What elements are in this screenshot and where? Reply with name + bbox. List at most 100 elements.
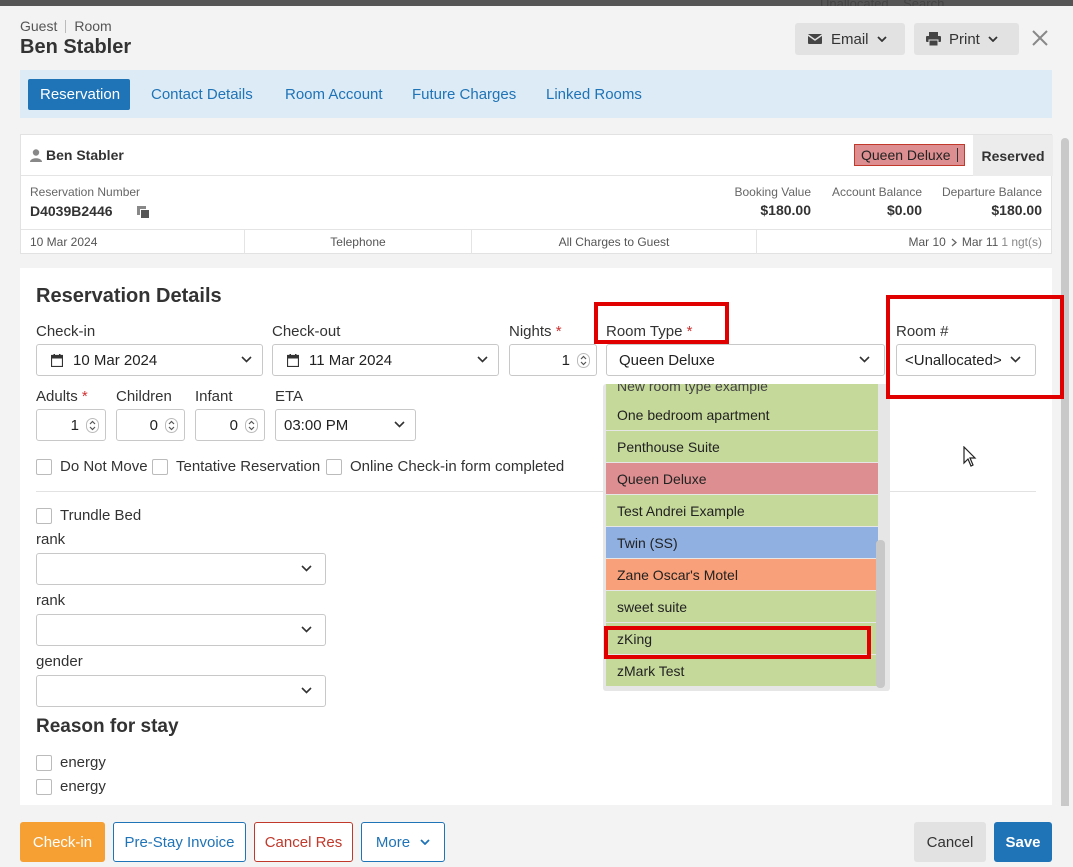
checkin-button[interactable]: Check-in bbox=[20, 822, 105, 862]
checkin-date-picker[interactable]: 10 Mar 2024 bbox=[36, 344, 263, 376]
adults-stepper[interactable]: 1 bbox=[36, 409, 106, 441]
calendar-icon bbox=[287, 353, 299, 367]
stepper-arrows-icon[interactable] bbox=[86, 418, 99, 433]
nights-value: 1 bbox=[561, 351, 570, 369]
dropdown-option[interactable]: Penthouse Suite bbox=[606, 431, 878, 462]
dropdown-option-selected[interactable]: Queen Deluxe bbox=[606, 463, 878, 494]
pre-stay-invoice-button[interactable]: Pre-Stay Invoice bbox=[113, 822, 246, 862]
gender-label: gender bbox=[36, 653, 83, 670]
rank-label: rank bbox=[36, 531, 66, 548]
chevron-down-icon bbox=[301, 687, 312, 694]
rank-select[interactable] bbox=[36, 614, 326, 646]
checkout-value: 11 Mar 2024 bbox=[309, 351, 393, 369]
trundle-bed-checkbox[interactable] bbox=[36, 508, 52, 524]
reservation-number-label: Reservation Number bbox=[30, 185, 141, 199]
nights-stepper[interactable]: 1 bbox=[509, 344, 597, 376]
rank-label: rank bbox=[36, 592, 66, 609]
dropdown-option[interactable]: sweet suite bbox=[606, 591, 878, 622]
online-checkin-label: Online Check-in form completed bbox=[350, 458, 565, 475]
dropdown-scrollbar[interactable] bbox=[876, 540, 885, 688]
energy-checkbox[interactable] bbox=[36, 779, 52, 795]
section-title: Reservation Details bbox=[36, 285, 222, 307]
dropdown-option[interactable]: zMark Test bbox=[606, 655, 878, 686]
children-stepper[interactable]: 0 bbox=[116, 409, 185, 441]
tab-bar: Reservation Contact Details Room Account… bbox=[20, 70, 1052, 118]
user-icon bbox=[30, 149, 42, 162]
online-checkin-checkbox[interactable] bbox=[326, 459, 342, 475]
adults-value: 1 bbox=[70, 416, 79, 434]
dropdown-option[interactable]: One bedroom apartment bbox=[606, 399, 878, 430]
tab-linked-rooms[interactable]: Linked Rooms bbox=[546, 79, 642, 110]
summary-guest-name[interactable]: Ben Stabler bbox=[46, 147, 124, 163]
dropdown-option[interactable]: Twin (SS) bbox=[606, 527, 878, 558]
chevron-down-icon bbox=[876, 36, 887, 42]
booking-source: Telephone bbox=[330, 235, 386, 249]
calendar-icon bbox=[51, 353, 63, 367]
gender-select[interactable] bbox=[36, 675, 326, 707]
chevron-down-icon bbox=[301, 626, 312, 633]
eta-select[interactable]: 03:00 PM bbox=[275, 409, 416, 441]
departure-balance-block: Departure Balance $180.00 bbox=[942, 185, 1042, 218]
divider bbox=[756, 230, 757, 254]
chevron-down-icon bbox=[394, 421, 405, 428]
highlight-room-number bbox=[886, 295, 1064, 399]
email-button[interactable]: Email bbox=[795, 23, 905, 55]
summary-footer-row: 10 Mar 2024 Telephone All Charges to Gue… bbox=[21, 229, 1051, 254]
tentative-checkbox[interactable] bbox=[152, 459, 168, 475]
copy-icon[interactable] bbox=[137, 206, 150, 219]
tab-reservation[interactable]: Reservation bbox=[28, 79, 130, 110]
checkin-value: 10 Mar 2024 bbox=[73, 351, 158, 369]
chevron-right-icon bbox=[951, 238, 957, 246]
booking-value-block: Booking Value $180.00 bbox=[735, 185, 812, 218]
stepper-arrows-icon[interactable] bbox=[165, 418, 178, 433]
infant-value: 0 bbox=[229, 416, 238, 434]
booking-value-label: Booking Value bbox=[734, 185, 812, 199]
chevron-down-icon bbox=[988, 36, 998, 42]
room-type-select[interactable]: Queen Deluxe bbox=[606, 344, 885, 376]
stay-dates: Mar 10 Mar 11 1 ngt(s) bbox=[908, 230, 1042, 254]
rank-select[interactable] bbox=[36, 553, 326, 585]
print-button[interactable]: Print bbox=[914, 23, 1019, 55]
crumb-room[interactable]: Room bbox=[74, 18, 111, 34]
infant-stepper[interactable]: 0 bbox=[195, 409, 265, 441]
departure-balance: $180.00 bbox=[991, 202, 1042, 218]
required-marker: * bbox=[555, 323, 562, 340]
energy-checkbox[interactable] bbox=[36, 755, 52, 771]
nights-label: Nights * bbox=[509, 323, 562, 340]
checkin-label: Check-in bbox=[36, 323, 96, 340]
close-icon[interactable] bbox=[1030, 28, 1050, 48]
energy-label: energy bbox=[60, 754, 106, 771]
stepper-arrows-icon[interactable] bbox=[577, 353, 590, 368]
reason-for-stay-title: Reason for stay bbox=[36, 716, 179, 737]
highlight-room-type bbox=[594, 302, 729, 344]
stepper-arrows-icon[interactable] bbox=[245, 418, 258, 433]
tab-future-charges[interactable]: Future Charges bbox=[412, 79, 516, 110]
cancel-reservation-button[interactable]: Cancel Res bbox=[254, 822, 353, 862]
chevron-down-icon bbox=[301, 565, 312, 572]
chevron-down-icon bbox=[241, 356, 252, 363]
do-not-move-checkbox[interactable] bbox=[36, 459, 52, 475]
crumb-guest[interactable]: Guest bbox=[20, 18, 57, 34]
checkout-date-picker[interactable]: 11 Mar 2024 bbox=[272, 344, 499, 376]
tab-contact-details[interactable]: Contact Details bbox=[151, 79, 253, 110]
dropdown-option[interactable]: Zane Oscar's Motel bbox=[606, 559, 878, 590]
departure-balance-label: Departure Balance bbox=[941, 185, 1042, 199]
save-button[interactable]: Save bbox=[994, 822, 1052, 862]
reservation-summary-card: Ben Stabler Queen Deluxe Reserved Reserv… bbox=[20, 134, 1053, 254]
adults-label-text: Adults bbox=[36, 388, 78, 405]
cancel-button[interactable]: Cancel bbox=[914, 822, 986, 862]
more-button[interactable]: More bbox=[361, 822, 445, 862]
chevron-down-icon bbox=[477, 356, 488, 363]
email-label: Email bbox=[831, 30, 869, 48]
billing-option: All Charges to Guest bbox=[558, 235, 670, 249]
tab-room-account[interactable]: Room Account bbox=[285, 79, 383, 110]
more-label: More bbox=[375, 833, 411, 851]
printer-icon bbox=[926, 32, 941, 46]
account-balance-block: Account Balance $0.00 bbox=[832, 185, 922, 218]
account-balance-label: Account Balance bbox=[831, 185, 922, 199]
trundle-bed-label: Trundle Bed bbox=[60, 507, 142, 524]
highlight-zking bbox=[604, 626, 871, 659]
tentative-label: Tentative Reservation bbox=[176, 458, 321, 475]
dropdown-option[interactable]: Test Andrei Example bbox=[606, 495, 878, 526]
page-scrollbar[interactable] bbox=[1061, 138, 1069, 832]
